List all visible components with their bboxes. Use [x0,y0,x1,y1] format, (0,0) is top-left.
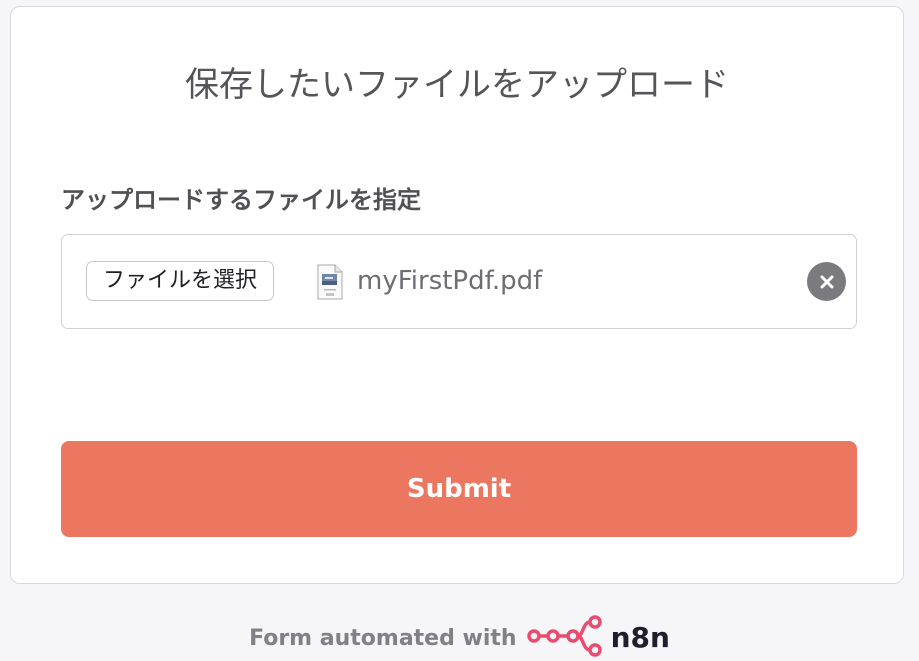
submit-button[interactable]: Submit [61,441,857,537]
selected-file-name: myFirstPdf.pdf [357,266,543,296]
choose-file-button[interactable]: ファイルを選択 [86,261,275,301]
n8n-logo-icon [526,614,605,661]
footer-text: Form automated with [249,625,517,651]
brand-name: n8n [610,621,670,654]
close-icon[interactable] [807,262,846,301]
form-title: 保存したいファイルをアップロード [185,65,729,105]
footer: Form automated with n8n [0,614,919,661]
file-input[interactable]: ファイルを選択 myFirstPdf.pdf [61,234,857,329]
pdf-file-icon [317,264,343,300]
file-field-label: アップロードするファイルを指定 [61,186,421,214]
form-card: 保存したいファイルをアップロード アップロードするファイルを指定 ファイルを選択… [10,6,904,584]
n8n-logo-link[interactable]: n8n [526,614,670,661]
page: 保存したいファイルをアップロード アップロードするファイルを指定 ファイルを選択… [0,0,919,661]
